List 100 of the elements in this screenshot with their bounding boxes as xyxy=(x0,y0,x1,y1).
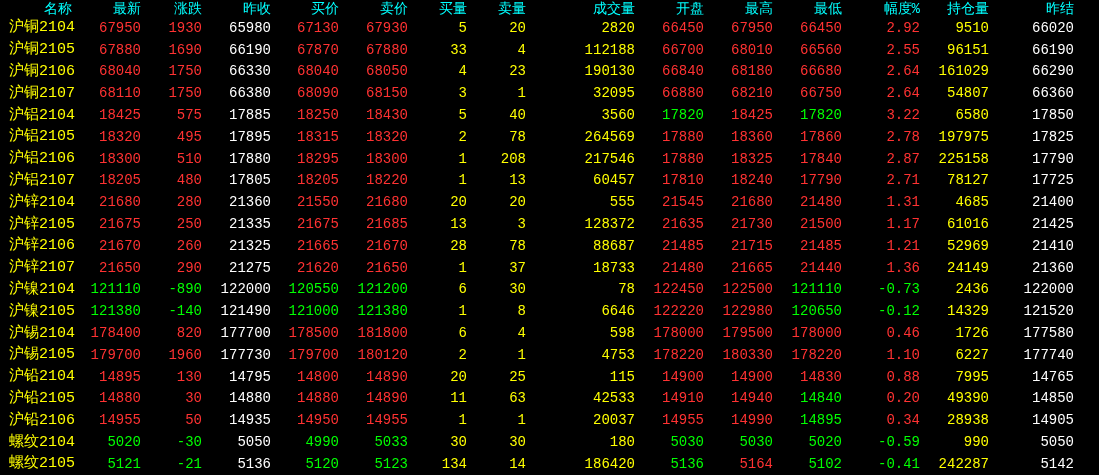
table-cell: 66290 xyxy=(1032,64,1074,79)
contract-name: 沪锡2105 xyxy=(8,347,75,363)
table-cell: 1 xyxy=(517,347,526,362)
table-cell: 6 xyxy=(458,326,467,341)
table-cell: 264569 xyxy=(584,129,635,144)
table-cell: -30 xyxy=(176,435,202,450)
table-cell: 52969 xyxy=(947,238,989,253)
table-cell: 1 xyxy=(458,151,467,166)
table-cell: 67950 xyxy=(731,20,773,35)
table-cell: 66750 xyxy=(800,86,842,101)
contract-name: 沪镍2105 xyxy=(8,303,75,319)
table-cell: 6 xyxy=(458,282,467,297)
table-cell: 177700 xyxy=(220,326,271,341)
table-cell: 18315 xyxy=(297,129,339,144)
table-cell: 14900 xyxy=(662,369,704,384)
table-cell: 37 xyxy=(509,260,526,275)
table-cell: -890 xyxy=(168,282,202,297)
table-cell: 1930 xyxy=(168,20,202,35)
table-cell: 21440 xyxy=(800,260,842,275)
table-cell: 5020 xyxy=(808,435,842,450)
table-cell: 30 xyxy=(450,435,467,450)
table-cell: 0.20 xyxy=(886,391,920,406)
table-cell: 5 xyxy=(458,20,467,35)
table-cell: 14935 xyxy=(229,413,271,428)
table-cell: 120650 xyxy=(791,304,842,319)
table-cell: 21650 xyxy=(99,260,141,275)
table-cell: 1750 xyxy=(168,86,202,101)
table-cell: 480 xyxy=(176,173,202,188)
table-cell: 4 xyxy=(517,42,526,57)
table-cell: 1.21 xyxy=(886,238,920,253)
table-cell: 50 xyxy=(185,413,202,428)
column-header: 买量 xyxy=(439,1,467,16)
table-cell: 14765 xyxy=(1032,369,1074,384)
table-cell: -0.59 xyxy=(878,435,920,450)
column-header: 开盘 xyxy=(676,1,704,16)
table-cell: 24149 xyxy=(947,260,989,275)
table-cell: 250 xyxy=(176,217,202,232)
table-cell: 178220 xyxy=(653,347,704,362)
table-cell: 17850 xyxy=(1032,108,1074,123)
table-cell: 17820 xyxy=(662,108,704,123)
table-cell: 3.22 xyxy=(886,108,920,123)
table-cell: 242287 xyxy=(938,456,989,471)
table-cell: 2 xyxy=(458,347,467,362)
column-header: 成交量 xyxy=(593,1,635,16)
contract-name: 沪铜2106 xyxy=(8,64,75,79)
table-cell: 14890 xyxy=(366,391,408,406)
table-cell: 181800 xyxy=(357,326,408,341)
table-cell: 17810 xyxy=(662,173,704,188)
table-cell: 14880 xyxy=(297,391,339,406)
table-cell: 5102 xyxy=(808,456,842,471)
table-cell: 134 xyxy=(441,456,467,471)
table-cell: 1690 xyxy=(168,42,202,57)
table-cell: 2 xyxy=(458,129,467,144)
table-cell: 5142 xyxy=(1040,456,1074,471)
table-cell: 17860 xyxy=(800,129,842,144)
table-cell: 18325 xyxy=(731,151,773,166)
table-cell: 14910 xyxy=(662,391,704,406)
table-cell: 30 xyxy=(185,391,202,406)
table-cell: 21670 xyxy=(366,238,408,253)
column-header: 卖价 xyxy=(380,1,408,16)
table-cell: 49390 xyxy=(947,391,989,406)
table-cell: 66450 xyxy=(662,20,704,35)
table-cell: 21680 xyxy=(99,195,141,210)
table-cell: 63 xyxy=(509,391,526,406)
table-cell: 2.64 xyxy=(886,86,920,101)
table-cell: 14955 xyxy=(99,413,141,428)
contract-name: 螺纹2104 xyxy=(8,434,75,450)
table-cell: 5033 xyxy=(374,435,408,450)
table-cell: 121380 xyxy=(90,304,141,319)
table-cell: 4 xyxy=(517,326,526,341)
table-cell: 3 xyxy=(517,217,526,232)
table-cell: 0.88 xyxy=(886,369,920,384)
contract-name: 沪铅2105 xyxy=(8,390,75,406)
column-header: 昨收 xyxy=(243,1,271,16)
table-cell: 54807 xyxy=(947,86,989,101)
contract-name: 沪铜2107 xyxy=(8,85,75,101)
table-cell: 177730 xyxy=(220,347,271,362)
contract-name: 沪锡2104 xyxy=(8,325,75,341)
table-cell: 66020 xyxy=(1032,20,1074,35)
table-cell: 28 xyxy=(450,238,467,253)
table-cell: 3560 xyxy=(601,108,635,123)
table-cell: 178500 xyxy=(288,326,339,341)
table-cell: 186420 xyxy=(584,456,635,471)
table-cell: 14880 xyxy=(229,391,271,406)
table-cell: 122000 xyxy=(220,282,271,297)
contract-name: 沪铅2104 xyxy=(8,369,75,385)
table-cell: 2.87 xyxy=(886,151,920,166)
table-cell: 14 xyxy=(509,456,526,471)
table-cell: 21325 xyxy=(229,238,271,253)
table-cell: 4990 xyxy=(305,435,339,450)
table-cell: 5136 xyxy=(670,456,704,471)
table-cell: 290 xyxy=(176,260,202,275)
table-cell: 21665 xyxy=(297,238,339,253)
table-cell: 17840 xyxy=(800,151,842,166)
table-cell: 225158 xyxy=(938,151,989,166)
contract-name: 沪镍2104 xyxy=(8,281,75,297)
contract-name: 螺纹2105 xyxy=(8,456,75,472)
table-cell: 14890 xyxy=(366,369,408,384)
table-cell: 21665 xyxy=(731,260,773,275)
table-cell: 20 xyxy=(450,369,467,384)
